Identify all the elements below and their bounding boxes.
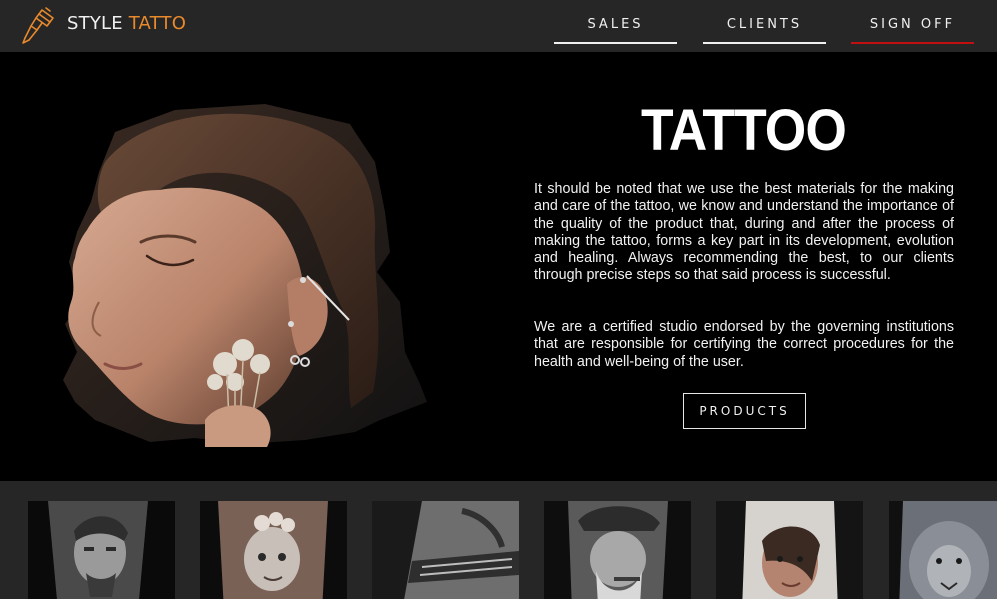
lion-tattoo-image bbox=[889, 501, 997, 599]
nav-clients-link[interactable]: CLIENTS bbox=[703, 0, 826, 44]
nav-sign-off-underline bbox=[851, 42, 974, 44]
products-button[interactable]: PRODUCTS bbox=[683, 393, 806, 429]
brand-logo[interactable] bbox=[20, 6, 58, 46]
brand-name-part2: TATTO bbox=[128, 13, 187, 34]
brand-name-part1: STYLE bbox=[67, 13, 123, 34]
old-man-portrait-tattoo-image bbox=[544, 501, 691, 599]
child-portrait-tattoo-image bbox=[200, 501, 347, 599]
hero-paragraph-certified: We are a certified studio endorsed by th… bbox=[534, 319, 954, 370]
hero-section: TATTOO It should be noted that we use th… bbox=[0, 52, 997, 481]
nav-sign-off-label: SIGN OFF bbox=[869, 17, 956, 32]
nav-sales-link[interactable]: SALES bbox=[554, 0, 677, 44]
tattoo-machine-icon bbox=[22, 7, 54, 44]
brand-name[interactable]: STYLE TATTO bbox=[67, 13, 186, 34]
top-header: STYLE TATTO SALES CLIENTS SIGN OFF bbox=[0, 0, 997, 52]
gallery-item-woman-hood[interactable] bbox=[716, 501, 863, 599]
gallery-item-sleeve[interactable] bbox=[372, 501, 519, 599]
tattoo-gallery bbox=[0, 481, 997, 599]
hero-portrait-image bbox=[63, 104, 427, 447]
nav-clients-label: CLIENTS bbox=[726, 17, 803, 32]
woman-hood-portrait-tattoo-image bbox=[716, 501, 863, 599]
gallery-item-lion[interactable] bbox=[889, 501, 997, 599]
pirate-portrait-tattoo-image bbox=[28, 501, 175, 599]
nav-sign-off-link[interactable]: SIGN OFF bbox=[851, 0, 974, 44]
gallery-item-child[interactable] bbox=[200, 501, 347, 599]
nav-sales-underline bbox=[554, 42, 677, 44]
sleeve-pattern-tattoo-image bbox=[372, 501, 519, 599]
gallery-item-pirate[interactable] bbox=[28, 501, 175, 599]
gallery-item-old-man[interactable] bbox=[544, 501, 691, 599]
hero-paragraph-materials: It should be noted that we use the best … bbox=[534, 181, 954, 284]
hero-title: TATTOO bbox=[641, 98, 847, 163]
nav-clients-underline bbox=[703, 42, 826, 44]
nav-sales-label: SALES bbox=[587, 17, 644, 32]
